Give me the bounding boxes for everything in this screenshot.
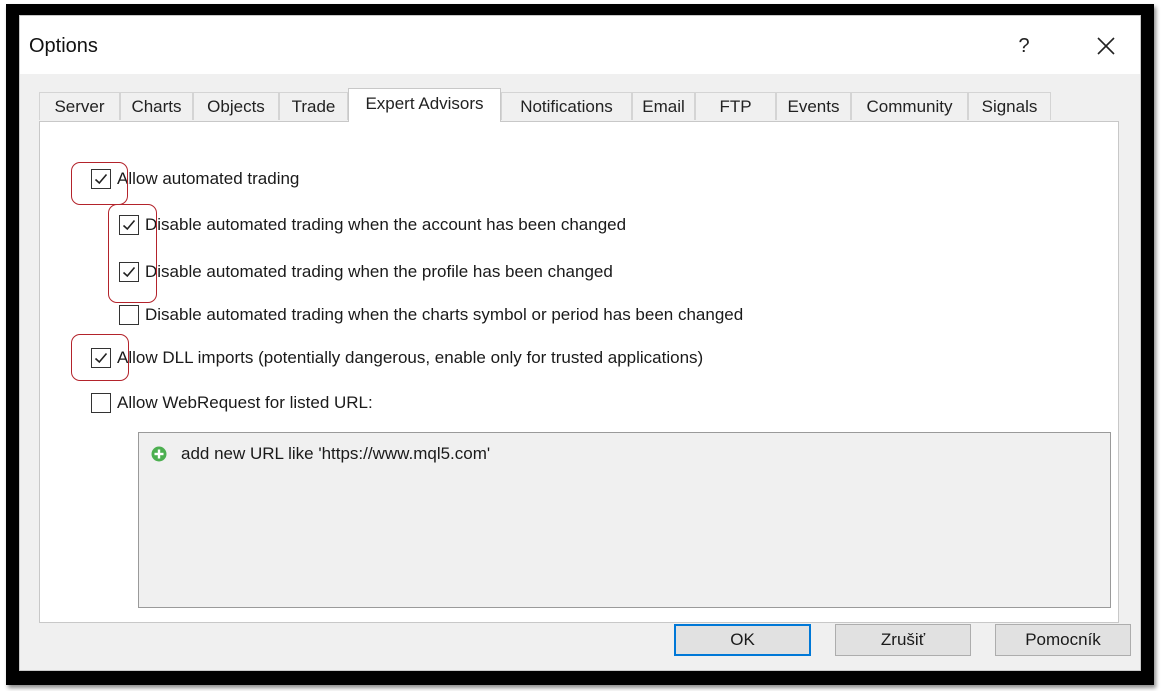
highlight-mark <box>108 204 157 303</box>
highlight-mark <box>71 162 128 205</box>
help-button[interactable]: ? <box>1002 28 1046 64</box>
allow-webrequest-label: Allow WebRequest for listed URL: <box>117 393 373 412</box>
tab-charts[interactable]: Charts <box>120 92 193 120</box>
tab-ftp[interactable]: FTP <box>695 92 776 120</box>
disable-on-symbol-change-label: Disable automated trading when the chart… <box>145 305 744 324</box>
window-title: Options <box>29 35 98 57</box>
tab-server[interactable]: Server <box>39 92 120 120</box>
options-dialog: Options ? Server Charts Objects Trade Ex… <box>19 15 1141 671</box>
tab-objects[interactable]: Objects <box>193 92 279 120</box>
tab-events[interactable]: Events <box>776 92 851 120</box>
disable-on-symbol-change-checkbox[interactable] <box>119 305 139 325</box>
expert-advisors-panel: Allow automated trading Disable automate… <box>39 121 1119 623</box>
tab-community[interactable]: Community <box>851 92 968 120</box>
add-url-hint: add new URL like 'https://www.mql5.com' <box>181 444 491 463</box>
title-bar: Options ? <box>20 16 1140 74</box>
cancel-button[interactable]: Zrušiť <box>835 624 971 656</box>
add-icon <box>151 446 167 462</box>
highlight-mark <box>71 334 129 381</box>
ok-button[interactable]: OK <box>674 624 811 656</box>
allow-dll-imports-label: Allow DLL imports (potentially dangerous… <box>117 348 704 367</box>
url-list[interactable]: add new URL like 'https://www.mql5.com' <box>138 432 1111 608</box>
close-button[interactable] <box>1084 28 1128 64</box>
tab-signals[interactable]: Signals <box>968 92 1051 120</box>
disable-on-profile-change-label: Disable automated trading when the profi… <box>145 262 613 281</box>
tab-strip: Server Charts Objects Trade Expert Advis… <box>39 88 1139 122</box>
tab-email[interactable]: Email <box>632 92 695 120</box>
help-dialog-button[interactable]: Pomocník <box>995 624 1131 656</box>
disable-on-account-change-label: Disable automated trading when the accou… <box>145 215 627 234</box>
tab-trade[interactable]: Trade <box>279 92 348 120</box>
allow-automated-trading-label: Allow automated trading <box>117 169 300 188</box>
tab-notifications[interactable]: Notifications <box>501 92 632 120</box>
tab-expert-advisors[interactable]: Expert Advisors <box>348 88 501 122</box>
close-icon <box>1097 37 1115 55</box>
allow-webrequest-checkbox[interactable] <box>91 393 111 413</box>
